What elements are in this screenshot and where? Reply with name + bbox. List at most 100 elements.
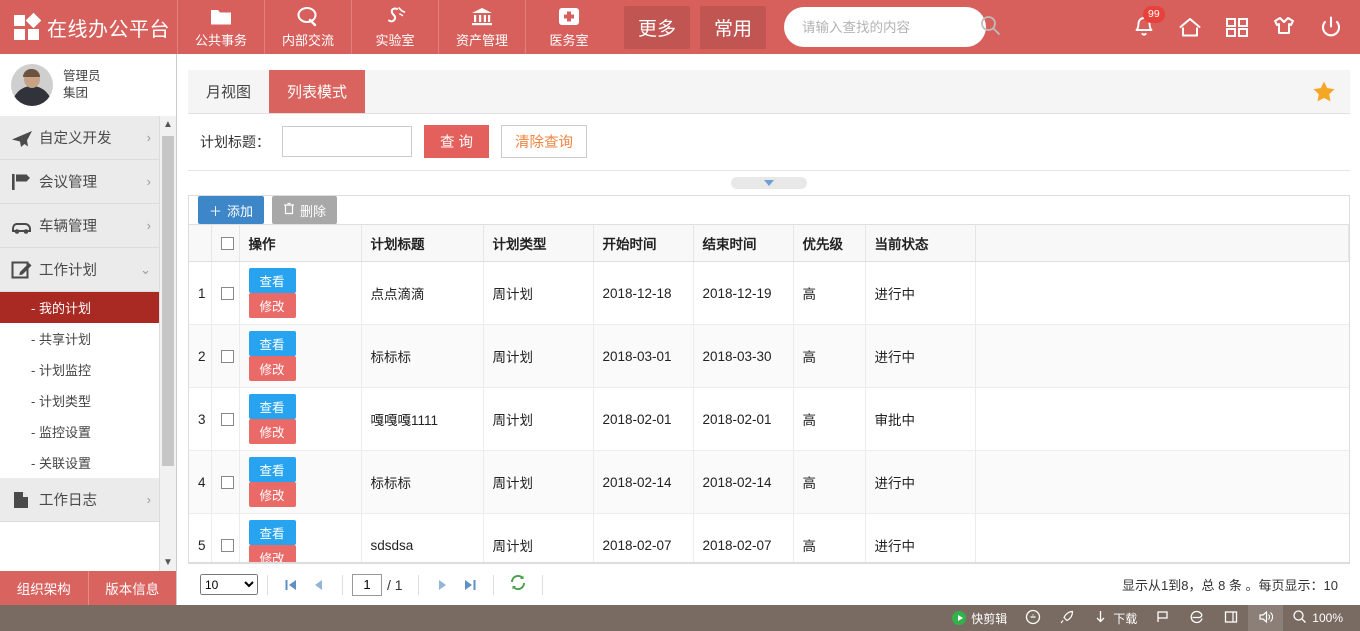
cell-status: 进行中	[865, 324, 976, 388]
plan-title-input[interactable]	[282, 126, 412, 157]
more-button[interactable]: 更多	[624, 5, 691, 49]
col-status: 当前状态	[865, 224, 976, 262]
edit-button[interactable]: 修改	[248, 482, 296, 507]
row-checkbox[interactable]	[220, 413, 234, 427]
app-logo-icon	[14, 12, 42, 40]
edit-button[interactable]: 修改	[248, 293, 296, 318]
taskbar-item-quick-edit[interactable]: 快剪辑	[943, 605, 1016, 631]
sidebar-subitem-shared-plan[interactable]: - 共享计划	[0, 323, 160, 354]
sidebar-item-vehicle-mgmt[interactable]: 车辆管理 ›	[0, 204, 160, 248]
sidebar-item-meeting-mgmt[interactable]: 会议管理 ›	[0, 160, 160, 204]
nav-item-internal-comm[interactable]: 内部交流	[264, 0, 351, 54]
edit-button[interactable]: 修改	[248, 419, 296, 444]
notification-bell-icon[interactable]: 99	[1132, 5, 1165, 40]
plan-table: 操作 计划标题 计划类型 开始时间 结束时间 优先级 当前状态 1 查看修改 点点滴…	[189, 224, 1349, 562]
add-button[interactable]: ＋ 添加	[198, 196, 265, 224]
user-profile[interactable]: 管理员 集团	[0, 54, 176, 116]
sidebar-subitem-my-plan[interactable]: - 我的计划	[0, 292, 160, 323]
tab-list-view[interactable]: 列表模式	[269, 70, 366, 113]
common-button[interactable]: 常用	[700, 5, 767, 49]
table-row[interactable]: 3 查看修改 嘎嘎嘎1111 周计划 2018-02-01 2018-02-01 高审批中	[189, 387, 1349, 451]
delete-button[interactable]: 删除	[272, 196, 338, 224]
nav-item-clinic[interactable]: 医务室	[525, 0, 612, 54]
row-checkbox[interactable]	[220, 476, 234, 490]
taskbar-item-compass[interactable]	[1016, 605, 1050, 631]
chevron-right-icon: ›	[146, 218, 151, 233]
row-checkbox[interactable]	[220, 350, 234, 364]
home-icon[interactable]	[1177, 15, 1203, 40]
clear-query-button[interactable]: 清除查询	[501, 125, 588, 158]
view-button[interactable]: 查看	[248, 520, 296, 545]
brand-logo-area[interactable]: 在线办公平台	[0, 0, 177, 54]
sidebar-subitem-plan-type[interactable]: - 计划类型	[0, 385, 160, 416]
table-row[interactable]: 2 查看修改 标标标 周计划 2018-03-01 2018-03-30 高进行中	[189, 324, 1349, 388]
search-box[interactable]	[784, 7, 1000, 47]
query-button[interactable]: 查 询	[424, 125, 490, 158]
taskbar-item-download[interactable]: 下载	[1084, 605, 1146, 631]
bottom-taskbar: 快剪辑 下载 100%	[0, 605, 1360, 631]
view-button[interactable]: 查看	[248, 331, 296, 356]
apps-grid-icon[interactable]	[1224, 15, 1250, 40]
row-checkbox[interactable]	[220, 287, 234, 301]
row-index: 4	[189, 450, 212, 514]
next-page-icon[interactable]	[428, 578, 456, 592]
plane-icon	[11, 128, 39, 148]
tab-month-view[interactable]: 月视图	[188, 70, 269, 113]
view-button[interactable]: 查看	[248, 268, 296, 293]
refresh-icon[interactable]	[503, 574, 533, 596]
folder-icon	[209, 6, 233, 28]
nav-item-asset-mgmt[interactable]: 资产管理	[438, 0, 525, 54]
last-page-icon[interactable]	[456, 578, 484, 592]
taskbar-item-browser[interactable]	[1180, 605, 1214, 631]
divider	[267, 574, 268, 595]
view-button[interactable]: 查看	[248, 394, 296, 419]
cell-priority: 高	[793, 324, 866, 388]
favorite-star-icon[interactable]	[1312, 70, 1350, 113]
prev-page-icon[interactable]	[305, 578, 333, 592]
sidebar-item-custom-dev[interactable]: 自定义开发 ›	[0, 116, 160, 160]
nav-item-lab[interactable]: 实验室	[351, 0, 438, 54]
nav-item-public-affairs[interactable]: 公共事务	[177, 0, 264, 54]
cell-spacer	[975, 387, 1349, 451]
scroll-down-arrow-icon[interactable]: ▼	[160, 554, 176, 571]
user-org: 集团	[63, 86, 89, 100]
power-icon[interactable]	[1318, 15, 1344, 40]
sidebar-item-work-plan[interactable]: 工作计划 ⌄	[0, 248, 160, 292]
collapse-toggle[interactable]	[731, 177, 807, 189]
collapse-bar	[188, 171, 1350, 195]
sidebar-item-work-log[interactable]: 工作日志 ›	[0, 478, 160, 522]
taskbar-item-window[interactable]	[1214, 605, 1248, 631]
first-page-icon[interactable]	[277, 578, 305, 592]
search-input[interactable]	[802, 19, 980, 35]
sidebar-scrollbar[interactable]: ▲ ▼	[159, 116, 176, 571]
search-icon[interactable]	[979, 14, 1001, 41]
taskbar-item-flag[interactable]	[1146, 605, 1180, 631]
cell-end-time: 2018-03-30	[693, 324, 794, 388]
nav-item-label: 资产管理	[455, 32, 508, 48]
select-all-checkbox[interactable]	[220, 237, 234, 251]
shirt-icon[interactable]	[1271, 15, 1297, 40]
taskbar-item-zoom[interactable]: 100%	[1283, 605, 1352, 631]
scrollbar-thumb[interactable]	[162, 136, 174, 466]
sidebar-subitem-monitor-settings[interactable]: - 监控设置	[0, 416, 160, 447]
edit-button[interactable]: 修改	[248, 356, 296, 381]
table-row[interactable]: 4 查看修改 标标标 周计划 2018-02-14 2018-02-14 高进行中	[189, 450, 1349, 514]
edit-button[interactable]: 修改	[248, 545, 296, 562]
table-row[interactable]: 1 查看修改 点点滴滴 周计划 2018-12-18 2018-12-19 高进行中	[189, 261, 1349, 325]
sidebar-subitem-relation-settings[interactable]: - 关联设置	[0, 447, 160, 478]
table-row[interactable]: 5 查看修改 sdsdsa 周计划 2018-02-07 2018-02-07 高进行中	[189, 513, 1349, 562]
version-info-button[interactable]: 版本信息	[87, 571, 176, 605]
sidebar-subitem-plan-monitor[interactable]: - 计划监控	[0, 354, 160, 385]
col-plan-type: 计划类型	[483, 224, 594, 262]
taskbar-item-rocket[interactable]	[1050, 605, 1084, 631]
page-size-select[interactable]: 102050100	[200, 574, 258, 595]
page-number-input[interactable]	[352, 573, 382, 596]
scroll-up-arrow-icon[interactable]: ▲	[160, 116, 176, 133]
taskbar-item-volume[interactable]	[1248, 605, 1284, 631]
row-checkbox[interactable]	[220, 539, 234, 553]
view-button[interactable]: 查看	[248, 457, 296, 482]
org-structure-button[interactable]: 组织架构	[0, 571, 88, 605]
cell-plan-title: 点点滴滴	[361, 261, 484, 325]
col-actions: 操作	[239, 224, 362, 262]
nav-item-label: 公共事务	[194, 32, 247, 48]
